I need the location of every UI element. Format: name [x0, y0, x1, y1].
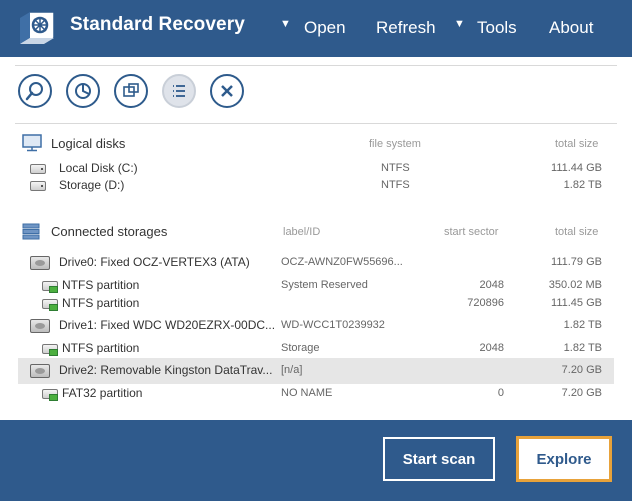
storage-label: OCZ-AWNZ0FW55696... — [281, 256, 403, 268]
storage-start-sector: 2048 — [479, 279, 504, 291]
table-row[interactable]: NTFS partition Storage 2048 1.82 TB — [18, 338, 614, 360]
list-icon — [173, 85, 185, 97]
storage-name: Drive0: Fixed OCZ-VERTEX3 (ATA) — [59, 255, 250, 269]
storage-size: 350.02 MB — [548, 279, 602, 291]
statistics-button[interactable] — [66, 74, 100, 108]
disk-size: 1.82 TB — [563, 179, 602, 191]
table-row-selected[interactable]: Drive2: Removable Kingston DataTrav... [… — [18, 358, 614, 384]
list-view-button[interactable] — [162, 74, 196, 108]
storage-size: 7.20 GB — [561, 364, 602, 376]
menu-about[interactable]: About — [549, 18, 593, 38]
disk-name: Storage (D:) — [59, 178, 125, 192]
storage-label: [n/a] — [281, 364, 303, 376]
col-file-system: file system — [369, 138, 421, 150]
disk-fs: NTFS — [381, 162, 410, 174]
partition-icon — [42, 281, 58, 293]
storage-label: Storage — [281, 342, 320, 354]
table-row[interactable]: Drive0: Fixed OCZ-VERTEX3 (ATA) OCZ-AWNZ… — [18, 252, 614, 274]
table-row[interactable]: NTFS partition 720896 111.45 GB — [18, 293, 614, 315]
toolbar-bottom-divider — [15, 123, 617, 124]
partition-icon — [42, 344, 58, 356]
disk-size: 111.44 GB — [551, 162, 602, 174]
folders-icon — [123, 83, 139, 97]
col-total-size: total size — [555, 138, 599, 150]
drive-icon — [30, 364, 50, 378]
storage-name: Drive2: Removable Kingston DataTrav... — [59, 363, 273, 377]
storage-label: System Reserved — [281, 279, 368, 291]
menu-refresh[interactable]: Refresh — [376, 18, 436, 38]
storage-start-sector: 720896 — [467, 297, 504, 309]
app-logo-icon — [19, 11, 55, 45]
storage-name: NTFS partition — [62, 296, 140, 310]
search-icon — [25, 82, 43, 101]
storage-name: FAT32 partition — [62, 386, 143, 400]
disk-icon — [30, 164, 46, 174]
col-start-sector: start sector — [444, 226, 499, 238]
disk-icon — [30, 181, 46, 191]
search-button[interactable] — [18, 74, 52, 108]
close-button[interactable] — [210, 74, 244, 108]
table-row[interactable]: Drive1: Fixed WDC WD20EZRX-00DC... WD-WC… — [18, 315, 614, 337]
storage-size: 111.79 GB — [551, 256, 602, 268]
connected-storages-header: Connected storages label/ID start sector… — [0, 222, 632, 242]
col-total-size: total size — [555, 226, 599, 238]
storage-size: 111.45 GB — [551, 297, 602, 309]
open-dropdown-arrow-icon[interactable]: ▼ — [280, 18, 291, 30]
connected-storages-title: Connected storages — [51, 224, 168, 239]
monitor-icon — [22, 134, 42, 152]
toolbar-top-divider — [15, 65, 617, 66]
drive-icon — [30, 256, 50, 270]
close-icon — [221, 85, 233, 97]
app-header: Standard Recovery ▼ Open Refresh ▼ Tools… — [0, 0, 632, 57]
menu-tools[interactable]: Tools — [477, 18, 517, 38]
partition-icon — [42, 389, 58, 401]
menu-open[interactable]: Open — [304, 18, 346, 38]
list-item[interactable]: Storage (D:) NTFS 1.82 TB — [18, 175, 614, 197]
tools-dropdown-arrow-icon[interactable]: ▼ — [454, 18, 465, 30]
explore-button[interactable]: Explore — [516, 436, 612, 482]
file-types-button[interactable] — [114, 74, 148, 108]
storage-size: 1.82 TB — [563, 342, 602, 354]
pie-chart-icon — [75, 83, 91, 99]
col-label-id: label/ID — [283, 226, 321, 238]
storage-size: 1.82 TB — [563, 319, 602, 331]
storage-stack-icon — [22, 223, 40, 240]
storage-label: WD-WCC1T0239932 — [281, 319, 385, 331]
disk-fs: NTFS — [381, 179, 410, 191]
disk-name: Local Disk (C:) — [59, 161, 138, 175]
drive-icon — [30, 319, 50, 333]
partition-icon — [42, 299, 58, 311]
storage-name: NTFS partition — [62, 341, 140, 355]
table-row[interactable]: FAT32 partition NO NAME 0 7.20 GB — [18, 383, 614, 405]
logical-disks-title: Logical disks — [51, 136, 126, 151]
storage-name: Drive1: Fixed WDC WD20EZRX-00DC... — [59, 318, 276, 332]
storage-start-sector: 0 — [497, 387, 504, 399]
storage-label: NO NAME — [281, 387, 333, 399]
storage-start-sector: 2048 — [479, 342, 504, 354]
logical-disks-header: Logical disks file system total size — [0, 134, 632, 154]
storage-size: 7.20 GB — [561, 387, 602, 399]
storage-name: NTFS partition — [62, 278, 140, 292]
start-scan-button[interactable]: Start scan — [383, 437, 495, 481]
app-title: Standard Recovery — [70, 14, 245, 35]
